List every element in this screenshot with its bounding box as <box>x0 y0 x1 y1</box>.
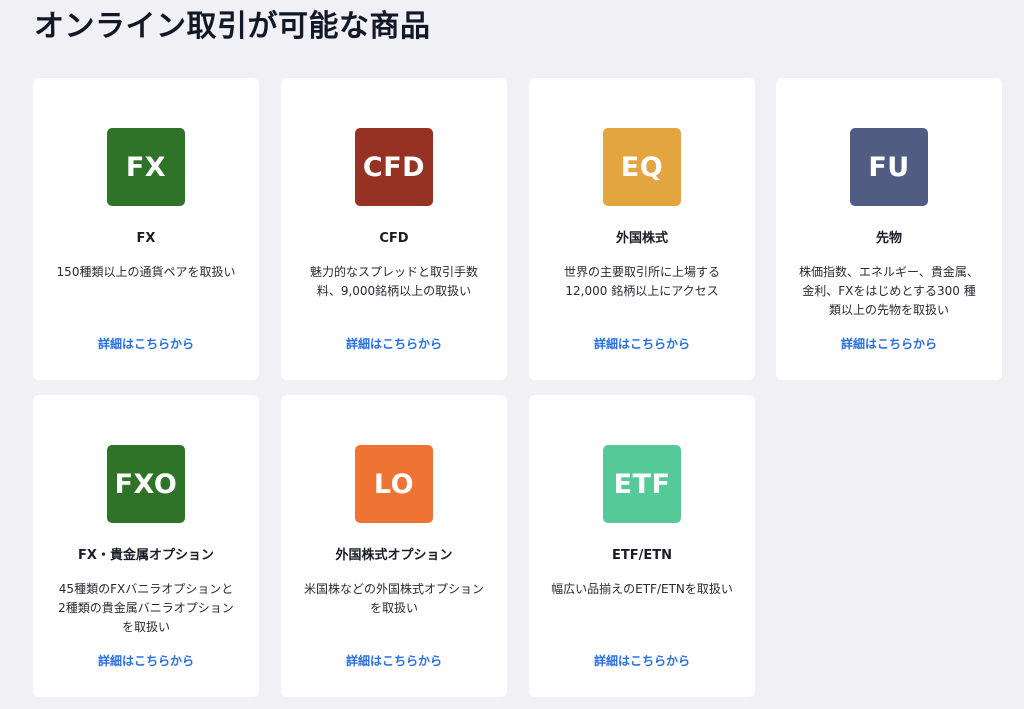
fx-icon: FX <box>107 128 185 206</box>
product-name: FX <box>136 231 156 246</box>
details-link-cfd[interactable]: 詳細はこちらから <box>281 335 507 353</box>
product-name: CFD <box>379 231 409 246</box>
product-description: 株価指数、エネルギー、貴金属、金利、FXをはじめとする300 種類以上の先物を取… <box>799 265 979 317</box>
product-name: 外国株式 <box>615 231 668 246</box>
product-description: 幅広い品揃えのETF/ETNを取扱い <box>551 582 733 596</box>
fxo-icon: FXO <box>107 445 185 523</box>
fu-icon: FU <box>850 128 928 206</box>
details-link-fx-metal-options[interactable]: 詳細はこちらから <box>33 652 259 670</box>
product-card-fx-metal-options: FXO FX・貴金属オプション 45種類のFXバニラオプションと2種類の貴金属バ… <box>33 395 259 697</box>
product-description: 米国株などの外国株式オプションを取扱い <box>303 582 484 615</box>
details-link-etf-etn[interactable]: 詳細はこちらから <box>529 652 755 670</box>
eq-icon: EQ <box>603 128 681 206</box>
page-title: オンライン取引が可能な商品 <box>34 9 431 44</box>
product-card-fx: FX FX 150種類以上の通貨ペアを取扱い 詳細はこちらから <box>33 78 259 380</box>
etf-icon: ETF <box>603 445 681 523</box>
product-card-futures: FU 先物 株価指数、エネルギー、貴金属、金利、FXをはじめとする300 種類以… <box>776 78 1002 380</box>
details-link-futures[interactable]: 詳細はこちらから <box>776 335 1002 353</box>
details-link-stock-options[interactable]: 詳細はこちらから <box>281 652 507 670</box>
lo-icon: LO <box>355 445 433 523</box>
product-description: 150種類以上の通貨ペアを取扱い <box>56 265 236 279</box>
product-name: ETF/ETN <box>611 548 672 563</box>
product-card-foreign-stocks: EQ 外国株式 世界の主要取引所に上場する12,000 銘柄以上にアクセス 詳細… <box>529 78 755 380</box>
product-description: 魅力的なスプレッドと取引手数料、9,000銘柄以上の取扱い <box>309 265 478 298</box>
cfd-icon: CFD <box>355 128 433 206</box>
details-link-fx[interactable]: 詳細はこちらから <box>33 335 259 353</box>
product-description: 45種類のFXバニラオプションと2種類の貴金属バニラオプションを取扱い <box>58 582 234 634</box>
product-card-etf-etn: ETF ETF/ETN 幅広い品揃えのETF/ETNを取扱い 詳細はこちらから <box>529 395 755 697</box>
details-link-foreign-stocks[interactable]: 詳細はこちらから <box>529 335 755 353</box>
product-name: 外国株式オプション <box>335 548 453 563</box>
product-name: FX・貴金属オプション <box>78 548 214 563</box>
product-card-cfd: CFD CFD 魅力的なスプレッドと取引手数料、9,000銘柄以上の取扱い 詳細… <box>281 78 507 380</box>
product-name: 先物 <box>875 231 902 246</box>
product-card-stock-options: LO 外国株式オプション 米国株などの外国株式オプションを取扱い 詳細はこちらか… <box>281 395 507 697</box>
product-description: 世界の主要取引所に上場する12,000 銘柄以上にアクセス <box>563 265 720 298</box>
